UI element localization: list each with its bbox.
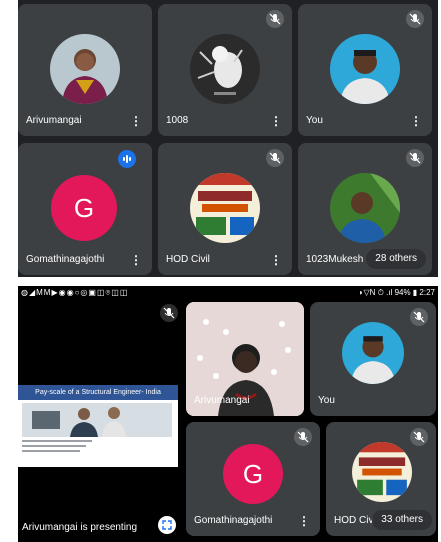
mic-muted-icon bbox=[410, 428, 428, 446]
others-count-badge[interactable]: 33 others bbox=[372, 510, 432, 530]
participant-tile-hod-civil[interactable]: HOD Civil ⋮ bbox=[158, 143, 292, 275]
more-options-icon[interactable]: ⋮ bbox=[270, 115, 282, 127]
meet-call-screenshot-bottom: ◍◢MM▶◉◉○◎▣◫⌾◫◫ ◗▽N ⏱ .ıl 94% ▮ 2:27 Pay-… bbox=[18, 286, 438, 542]
mic-muted-icon bbox=[294, 428, 312, 446]
more-options-icon[interactable]: ⋮ bbox=[410, 115, 422, 127]
presented-slide: Pay-scale of a Structural Engineer- Indi… bbox=[18, 385, 178, 467]
presentation-tile[interactable]: Pay-scale of a Structural Engineer- Indi… bbox=[18, 302, 182, 542]
mic-muted-icon bbox=[406, 10, 424, 28]
participant-tile-gomathinagajothi[interactable]: G Gomathinagajothi ⋮ bbox=[18, 143, 152, 275]
slide-image bbox=[22, 403, 172, 437]
presenting-label: Arivumangai is presenting bbox=[22, 522, 138, 533]
participant-tile-1008[interactable]: 1008 ⋮ bbox=[158, 4, 292, 136]
participant-name: Arivumangai bbox=[26, 115, 82, 126]
mic-muted-icon bbox=[160, 304, 178, 322]
participant-name: HOD Civil bbox=[166, 254, 210, 265]
participant-tile-you[interactable]: You ⋮ bbox=[298, 4, 432, 136]
participant-tile-1023mukesh[interactable]: 1023Mukesh 28 others bbox=[298, 143, 432, 275]
participant-avatar bbox=[190, 34, 260, 104]
admission-poster-avatar bbox=[352, 442, 412, 502]
participant-name: Gomathinagajothi bbox=[26, 254, 105, 265]
slide-bullets bbox=[22, 440, 172, 455]
participant-name: 1008 bbox=[166, 115, 189, 126]
fullscreen-icon[interactable] bbox=[158, 516, 176, 534]
participant-name: HOD Civil bbox=[334, 515, 378, 526]
participant-tile-gomathinagajothi[interactable]: G Gomathinagajothi ⋮ bbox=[186, 422, 320, 536]
participant-name: You bbox=[318, 395, 335, 406]
mic-muted-icon bbox=[410, 308, 428, 326]
mic-muted-icon bbox=[266, 10, 284, 28]
participant-avatar bbox=[330, 34, 400, 104]
participant-tile-arivumangai[interactable]: Arivumangai ⋮ bbox=[18, 4, 152, 136]
participant-tile-hod-civil[interactable]: HOD Civil 33 others bbox=[326, 422, 436, 536]
participant-avatar bbox=[50, 34, 120, 104]
participant-tile-you[interactable]: You bbox=[310, 302, 436, 416]
more-options-icon[interactable]: ⋮ bbox=[130, 254, 142, 266]
participant-avatar bbox=[342, 322, 404, 384]
slide-title: Pay-scale of a Structural Engineer- Indi… bbox=[18, 385, 178, 400]
participant-initial-avatar: G bbox=[51, 175, 117, 241]
participant-name: Arivumangai bbox=[194, 395, 250, 406]
system-status: ◗▽N ⏱ .ıl 94% ▮ 2:27 bbox=[358, 288, 435, 297]
mic-muted-icon bbox=[266, 149, 284, 167]
more-options-icon[interactable]: ⋮ bbox=[298, 515, 310, 527]
meet-call-screenshot-top: Arivumangai ⋮ 1008 ⋮ You ⋮ G Gomathinaga… bbox=[18, 0, 438, 277]
participant-tile-arivumangai[interactable]: Arivumangai bbox=[186, 302, 304, 416]
android-status-bar: ◍◢MM▶◉◉○◎▣◫⌾◫◫ ◗▽N ⏱ .ıl 94% ▮ 2:27 bbox=[18, 286, 438, 299]
notification-icons: ◍◢MM▶◉◉○◎▣◫⌾◫◫ bbox=[21, 288, 129, 297]
others-count-badge[interactable]: 28 others bbox=[366, 249, 426, 269]
speaking-indicator-icon bbox=[118, 150, 136, 168]
participant-name: 1023Mukesh bbox=[306, 254, 364, 265]
participant-name: Gomathinagajothi bbox=[194, 515, 273, 526]
admission-poster-avatar bbox=[190, 173, 260, 243]
more-options-icon[interactable]: ⋮ bbox=[130, 115, 142, 127]
more-options-icon[interactable]: ⋮ bbox=[270, 254, 282, 266]
participant-avatar bbox=[330, 173, 400, 243]
participant-initial-avatar: G bbox=[223, 444, 283, 504]
participant-name: You bbox=[306, 115, 323, 126]
mic-muted-icon bbox=[406, 149, 424, 167]
